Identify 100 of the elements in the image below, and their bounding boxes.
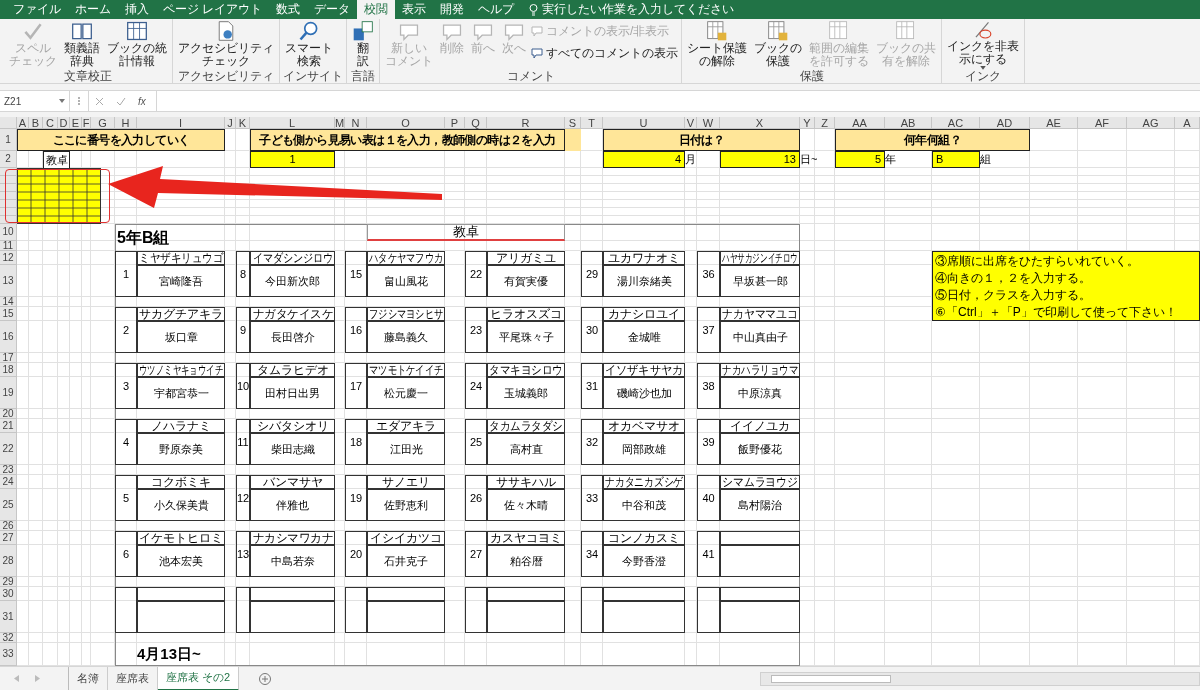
column-header[interactable]: AG xyxy=(1127,117,1175,129)
row-header[interactable]: 30 xyxy=(0,587,17,601)
ribbon-button[interactable]: シート保護 の解除 xyxy=(685,20,749,70)
row-header[interactable]: 21 xyxy=(0,419,17,433)
column-header[interactable]: O xyxy=(367,117,445,129)
ribbon-tab[interactable]: ヘルプ xyxy=(471,0,522,19)
ribbon-button[interactable]: スマート 検索 xyxy=(283,20,335,70)
row-header[interactable]: 24 xyxy=(0,475,17,489)
column-header[interactable]: Q xyxy=(465,117,487,129)
ribbon-tab[interactable]: ホーム xyxy=(68,0,118,19)
column-header[interactable]: AE xyxy=(1030,117,1078,129)
column-header[interactable]: AA xyxy=(835,117,885,129)
row-header[interactable]: 25 xyxy=(0,489,17,521)
seat-number: 32 xyxy=(581,419,603,465)
horizontal-scrollbar[interactable] xyxy=(760,671,1200,686)
column-header[interactable]: A xyxy=(17,117,29,129)
close-icon[interactable] xyxy=(95,96,104,106)
ribbon-button[interactable]: ブックの 保護 xyxy=(752,20,804,70)
column-header[interactable]: S xyxy=(565,117,581,129)
row-header[interactable]: 27 xyxy=(0,531,17,545)
column-header[interactable]: E xyxy=(70,117,82,129)
row-header[interactable] xyxy=(0,176,17,184)
name-cell: 佐野恵利 xyxy=(367,489,445,521)
column-header[interactable]: D xyxy=(58,117,70,129)
column-header[interactable]: P xyxy=(445,117,465,129)
column-header[interactable]: AF xyxy=(1078,117,1127,129)
add-sheet-icon[interactable] xyxy=(259,672,272,685)
teacher-desk: 教卓 xyxy=(367,224,565,241)
row-header[interactable]: 28 xyxy=(0,545,17,577)
ribbon-tab[interactable]: 数式 xyxy=(269,0,308,19)
sheet-tab[interactable]: 座席表 その2 xyxy=(158,666,240,690)
column-header[interactable]: B xyxy=(29,117,43,129)
ribbon-button[interactable]: ブックの統 計情報 xyxy=(105,20,169,70)
name-cell: 有賀実優 xyxy=(487,265,565,297)
input-cell[interactable]: 4 xyxy=(603,151,685,168)
ribbon-tab[interactable]: 校閲 xyxy=(357,0,396,19)
row-header[interactable]: 33 xyxy=(0,643,17,666)
ribbon-button[interactable]: 類義語 辞典 xyxy=(62,20,102,70)
input-cell[interactable]: B xyxy=(932,151,980,168)
row-header[interactable]: 12 xyxy=(0,251,17,265)
input-cell[interactable]: 13 xyxy=(720,151,800,168)
column-header[interactable]: C xyxy=(43,117,58,129)
column-header[interactable]: W xyxy=(697,117,720,129)
column-header[interactable]: A xyxy=(1175,117,1200,129)
input-cell[interactable]: 1 xyxy=(250,151,335,168)
seat-number: 5 xyxy=(115,475,137,521)
row-header[interactable]: 2 xyxy=(0,151,17,168)
row-header[interactable] xyxy=(0,208,17,216)
ribbon-tab[interactable]: ページ レイアウト xyxy=(156,0,270,19)
row-header[interactable]: 1 xyxy=(0,129,17,151)
column-header[interactable]: AB xyxy=(885,117,932,129)
column-header[interactable]: N xyxy=(345,117,367,129)
row-header[interactable]: 15 xyxy=(0,307,17,321)
column-header[interactable]: AC xyxy=(932,117,980,129)
ribbon-button[interactable]: アクセシビリティ チェック xyxy=(176,20,276,70)
insert-function-button[interactable]: fx xyxy=(138,93,146,109)
tell-me-field[interactable]: 実行したい作業を入力してください xyxy=(542,0,735,19)
column-header[interactable]: U xyxy=(603,117,685,129)
sheet-tab[interactable]: 名簿 xyxy=(69,666,108,690)
row-header[interactable]: 13 xyxy=(0,265,17,297)
row-header[interactable] xyxy=(0,192,17,200)
row-header[interactable]: 22 xyxy=(0,433,17,465)
ribbon-button[interactable]: 翻 訳 xyxy=(350,20,376,70)
column-header[interactable]: T xyxy=(581,117,603,129)
ribbon-button[interactable]: すべてのコメントの表示 xyxy=(531,44,678,62)
column-header[interactable]: K xyxy=(236,117,250,129)
row-header[interactable]: 18 xyxy=(0,363,17,377)
column-header[interactable]: I xyxy=(137,117,225,129)
column-header[interactable]: H xyxy=(115,117,137,129)
seat-number xyxy=(236,587,250,633)
column-header[interactable]: X xyxy=(720,117,800,129)
seat-number xyxy=(345,587,367,633)
row-header[interactable]: 10 xyxy=(0,224,17,241)
column-header[interactable]: L xyxy=(250,117,335,129)
row-header[interactable]: 16 xyxy=(0,321,17,353)
input-cell[interactable]: 5 xyxy=(835,151,885,168)
row-header[interactable] xyxy=(0,200,17,208)
ribbon-button[interactable]: インクを非表 示にする xyxy=(945,20,1021,70)
kana-text: コクボミキ xyxy=(151,476,211,488)
row-header[interactable]: 31 xyxy=(0,601,17,633)
ribbon-tab[interactable]: 開発 xyxy=(433,0,472,19)
seat-number: 40 xyxy=(697,475,720,521)
kana-text: ナガタケイスケ xyxy=(252,308,333,320)
seat-number: 39 xyxy=(697,419,720,465)
ribbon-tab[interactable]: 表示 xyxy=(395,0,434,19)
column-header[interactable]: R xyxy=(487,117,565,129)
column-header[interactable]: V xyxy=(685,117,697,129)
column-header[interactable]: Z xyxy=(815,117,835,129)
seat-number: 25 xyxy=(465,419,487,465)
ribbon-tab[interactable]: 挿入 xyxy=(118,0,156,19)
row-header[interactable] xyxy=(0,184,17,192)
ribbon-tab[interactable]: データ xyxy=(307,0,358,19)
kana-text: カナシロユイ xyxy=(608,308,680,320)
ribbon-tab[interactable]: ファイル xyxy=(6,0,68,19)
check-icon[interactable] xyxy=(116,96,126,106)
name-box[interactable]: Z21 xyxy=(0,91,70,111)
column-header[interactable]: Y xyxy=(800,117,815,129)
column-header[interactable]: AD xyxy=(980,117,1030,129)
row-header[interactable]: 19 xyxy=(0,377,17,409)
column-header[interactable]: G xyxy=(91,117,115,129)
